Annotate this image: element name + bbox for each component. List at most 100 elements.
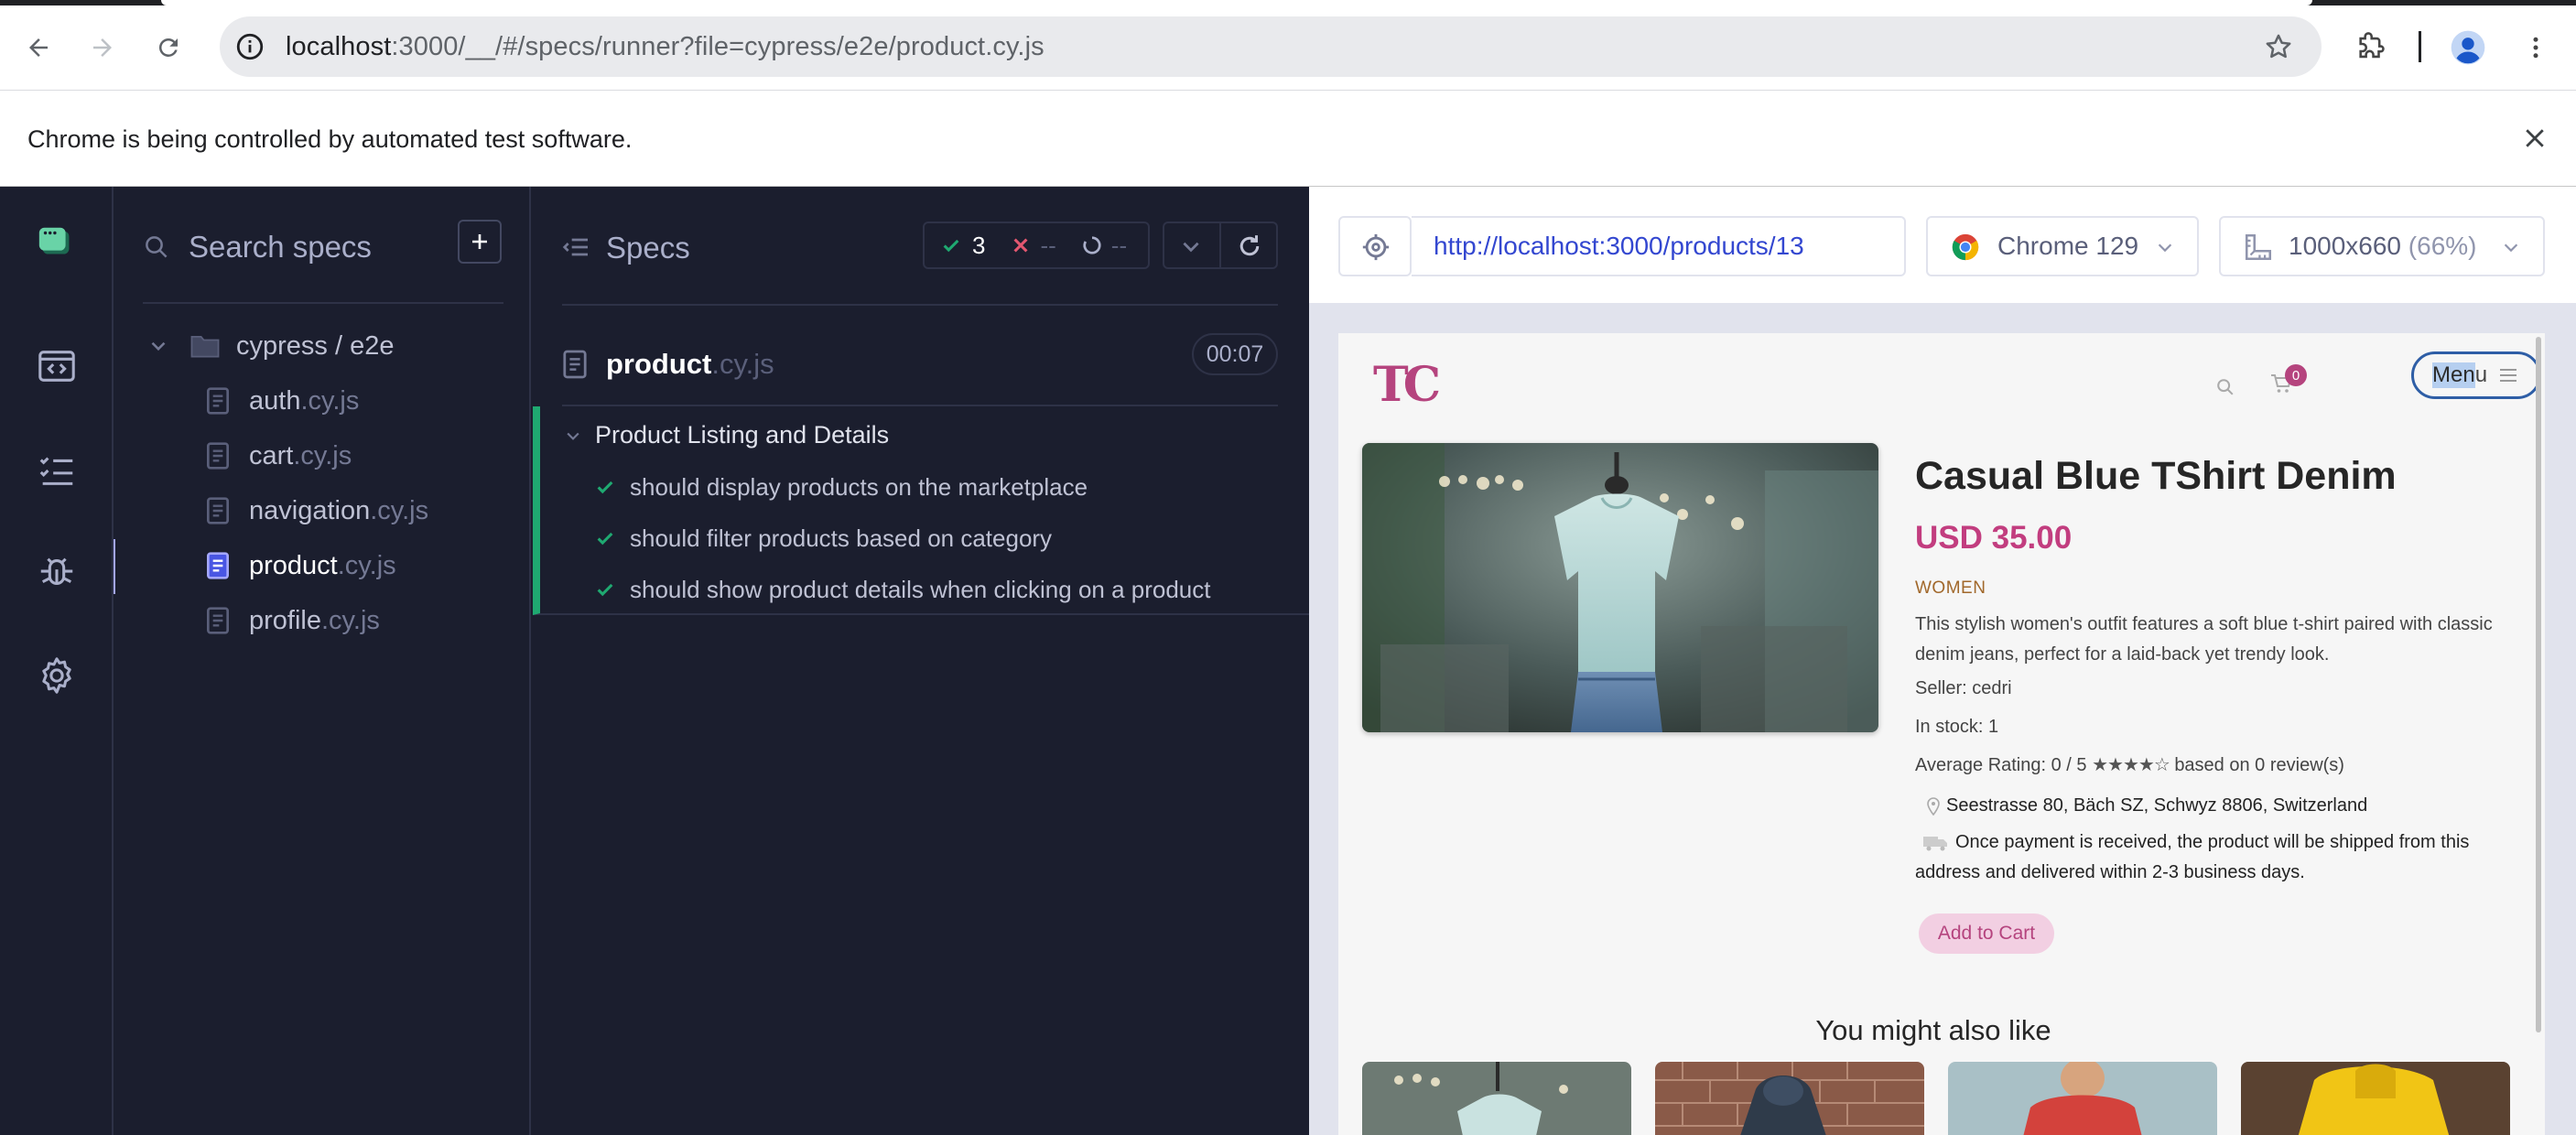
shipping-note: Once payment is received, the product wi… [1915,827,2501,888]
add-to-cart-button[interactable]: Add to Cart [1919,913,2054,954]
folder-label: cypress / e2e [236,330,395,361]
reload-button[interactable] [143,22,194,73]
back-button[interactable] [13,22,64,73]
file-icon [563,350,587,379]
related-product-thumb[interactable] [1655,1062,1924,1135]
test-title: should display products on the marketpla… [630,472,1088,501]
site-info-icon[interactable] [234,31,265,62]
cypress-logo-icon[interactable] [33,220,81,267]
chevron-down-icon [2504,243,2518,253]
test-title: should show product details when clickin… [630,575,1211,603]
spec-file-name: profile [249,605,321,635]
close-infobar-button[interactable] [2521,124,2549,152]
running-spec-title[interactable]: product .cy.js [562,339,774,390]
viewport-size: 1000x660 [2289,232,2402,260]
controls-divider [1219,223,1221,267]
specs-toggle-icon[interactable] [562,232,591,262]
chrome-menu-button[interactable] [2510,22,2561,73]
product-stock: In stock: 1 [1915,717,1999,737]
forward-button[interactable] [77,22,128,73]
suite-chevron-down-icon[interactable] [564,427,582,445]
close-icon [2526,129,2544,147]
aut-url-bar[interactable]: http://localhost:3000/products/13 [1412,216,1906,276]
menu-label-highlight: Men [2432,362,2475,388]
rating-count: based on 0 review(s) [2174,755,2344,775]
check-icon [597,583,613,597]
related-product-thumb[interactable] [2241,1062,2510,1135]
menu-label-rest: u [2474,362,2488,387]
settings-gear-icon[interactable] [33,652,81,699]
spec-file-ext: .cy.js [321,605,380,635]
puzzle-icon [2359,32,2385,59]
spec-file-name: cart [249,440,294,470]
collapse-all-button[interactable] [1179,234,1203,258]
tc-logo[interactable]: TC [1373,357,1441,413]
menu-button[interactable]: Men u [2411,351,2541,399]
avatar-icon [2451,30,2485,65]
test-row[interactable]: should filter products based on category [595,520,1052,557]
file-icon [207,387,229,415]
reporter-controls [1163,222,1278,269]
chevron-down-icon [2158,243,2172,253]
viewport-scale: (66%) [2408,232,2477,260]
folder-row-e2e[interactable]: cypress / e2e [146,320,394,372]
infobar-message: Chrome is being controlled by automated … [27,125,633,153]
shipping-text: Once payment is received, the product wi… [1915,832,2470,882]
runs-nav-icon[interactable] [33,447,81,494]
debug-bug-icon[interactable] [33,549,81,597]
file-icon [207,607,229,634]
suite-block: Product Listing and Details should displ… [533,406,1309,615]
new-spec-button[interactable] [458,220,502,264]
spec-file-profile[interactable]: profile .cy.js [205,595,380,646]
cart-button[interactable]: 0 [2270,364,2307,394]
rerun-button[interactable] [1236,232,1263,260]
toolbar-divider [2419,31,2421,62]
spec-file-navigation[interactable]: navigation .cy.js [205,485,428,536]
search-icon [143,233,170,261]
test-row[interactable]: should display products on the marketpla… [595,469,1088,505]
spec-ext: .cy.js [711,348,774,380]
url-path: :3000/__/#/specs/runner?file=cypress/e2e… [391,32,1044,61]
arrow-left-icon [29,38,48,57]
product-address: Seestrasse 80, Bäch SZ, Schwyz 8806, Swi… [1915,791,2501,821]
viewport-selector[interactable]: 1000x660 (66%) [2219,216,2545,276]
crosshair-icon [1362,233,1390,261]
url-host: localhost [286,32,392,61]
reporter-specs-title: Specs [606,231,690,265]
related-product-thumb[interactable] [1362,1062,1631,1135]
cart-count-badge: 0 [2285,364,2307,386]
command-log-reporter: Specs 3 -- -- product .cy.js 00:07 Produ… [533,187,1309,1135]
spec-file-auth[interactable]: auth .cy.js [205,375,359,427]
spec-file-ext: .cy.js [337,550,396,580]
rating-text: Average Rating: 0 / 5 [1915,755,2087,775]
product-image[interactable] [1362,443,1878,732]
failed-value: -- [1040,231,1056,259]
suite-title[interactable]: Product Listing and Details [595,421,889,449]
spec-file-ext: .cy.js [300,385,360,416]
address-bar-url[interactable]: localhost:3000/__/#/specs/runner?file=cy… [286,16,1044,77]
test-row[interactable]: should show product details when clickin… [595,571,1211,608]
cypress-sidebar [0,187,114,1135]
spec-file-product[interactable]: product .cy.js [205,540,396,591]
address-bar[interactable]: localhost:3000/__/#/specs/runner?file=cy… [220,16,2322,77]
spec-file-cart[interactable]: cart .cy.js [205,430,352,481]
specs-nav-icon[interactable] [33,342,81,390]
extensions-button[interactable] [2345,22,2397,73]
tab-strip [0,0,2576,5]
selector-playground-button[interactable] [1338,216,1412,276]
search-icon[interactable] [2215,377,2235,397]
plus-icon [472,234,487,249]
spec-file-ext: .cy.js [370,495,429,525]
related-product-thumb[interactable] [1948,1062,2217,1135]
browser-selector[interactable]: Chrome 129 [1926,216,2199,276]
active-tab[interactable] [161,0,2312,5]
viewport-text: 1000x660 (66%) [2289,218,2477,275]
profile-button[interactable] [2442,22,2494,73]
bookmark-star-icon[interactable] [2263,31,2294,62]
product-category[interactable]: WOMEN [1915,578,1986,599]
header-divider [562,304,1278,306]
product-rating: Average Rating: 0 / 5 ★★★★☆ based on 0 r… [1915,751,2501,781]
specs-list-panel: Search specs cypress / e2e auth .cy.js ca… [115,187,531,1135]
specs-search-input[interactable]: Search specs [143,220,491,275]
aut-scrollbar[interactable] [2536,337,2541,1032]
